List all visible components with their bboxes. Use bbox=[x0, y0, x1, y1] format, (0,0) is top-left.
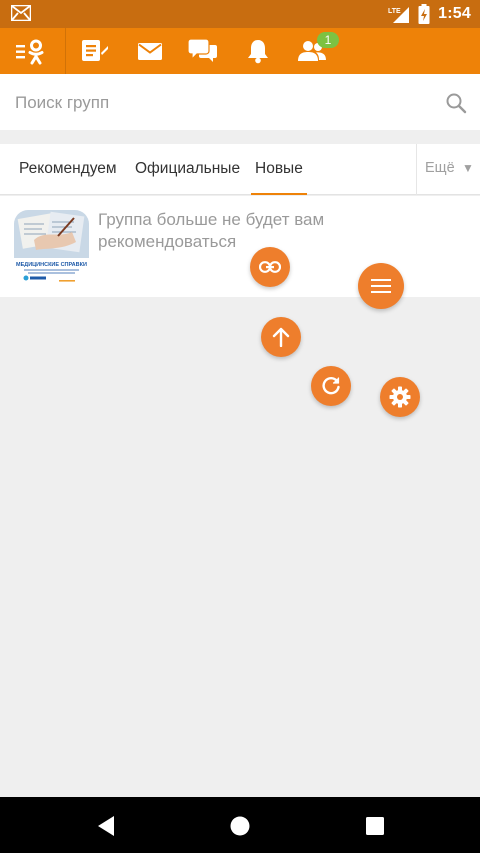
tab-official[interactable]: Официальные bbox=[135, 144, 240, 195]
group-removed-message: Группа больше не будет вам рекомендовать… bbox=[98, 210, 325, 251]
link-icon bbox=[259, 261, 281, 273]
system-nav-bar bbox=[0, 797, 480, 853]
menu-icon bbox=[371, 279, 391, 293]
tabs-more-button[interactable]: Ещё ▼ bbox=[416, 144, 480, 195]
group-card[interactable]: МЕДИЦИНСКИЕ СПРАВКИ Группа больше не буд… bbox=[0, 196, 480, 297]
recents-button[interactable] bbox=[361, 812, 389, 840]
settings-icon bbox=[389, 386, 411, 408]
battery-charging-icon bbox=[418, 4, 430, 24]
dropdown-arrow-icon: ▼ bbox=[462, 161, 474, 175]
friends-badge: 1 bbox=[317, 32, 339, 48]
notifications-button[interactable] bbox=[238, 28, 278, 74]
menu-fab-button[interactable] bbox=[358, 263, 404, 309]
main-menu-button[interactable] bbox=[0, 28, 66, 74]
scroll-up-button[interactable] bbox=[261, 317, 301, 357]
refresh-icon bbox=[322, 376, 340, 395]
clock: 1:54 bbox=[438, 5, 471, 22]
recents-square-icon bbox=[366, 817, 384, 835]
tab-recommended[interactable]: Рекомендуем bbox=[19, 144, 117, 195]
search-input[interactable]: Поиск групп bbox=[15, 93, 109, 113]
search-icon[interactable] bbox=[445, 92, 467, 114]
back-button[interactable] bbox=[92, 812, 120, 840]
tab-new[interactable]: Новые bbox=[251, 144, 307, 195]
home-button[interactable] bbox=[226, 812, 254, 840]
discussions-button[interactable] bbox=[183, 28, 223, 74]
signal-lte-icon: LTE bbox=[388, 7, 410, 23]
search-bar[interactable]: Поиск групп bbox=[0, 74, 480, 130]
gmail-notification-icon bbox=[11, 5, 31, 21]
back-triangle-icon bbox=[98, 816, 114, 836]
settings-button[interactable] bbox=[380, 377, 420, 417]
avatar-caption: МЕДИЦИНСКИЕ СПРАВКИ bbox=[16, 262, 87, 268]
group-tabs: Рекомендуем Официальные Новые Ещё ▼ bbox=[0, 144, 480, 195]
copy-link-button[interactable] bbox=[250, 247, 290, 287]
home-circle-icon bbox=[230, 816, 250, 836]
svg-text:LTE: LTE bbox=[388, 8, 401, 15]
refresh-button[interactable] bbox=[311, 366, 351, 406]
ok-logo-menu-icon bbox=[16, 39, 44, 65]
group-avatar[interactable]: МЕДИЦИНСКИЕ СПРАВКИ bbox=[14, 210, 89, 285]
tabs-more-label: Ещё bbox=[425, 160, 455, 176]
messages-button[interactable] bbox=[130, 28, 170, 74]
mail-icon bbox=[138, 42, 162, 60]
top-toolbar: 1 bbox=[0, 28, 480, 74]
bell-icon bbox=[248, 40, 268, 64]
feed-button[interactable] bbox=[75, 28, 115, 74]
group-avatar-image: МЕДИЦИНСКИЕ СПРАВКИ bbox=[14, 210, 89, 285]
chat-icon bbox=[188, 39, 217, 62]
feed-icon bbox=[82, 40, 108, 61]
status-bar: LTE 1:54 bbox=[0, 0, 480, 28]
arrow-up-icon bbox=[272, 327, 290, 347]
